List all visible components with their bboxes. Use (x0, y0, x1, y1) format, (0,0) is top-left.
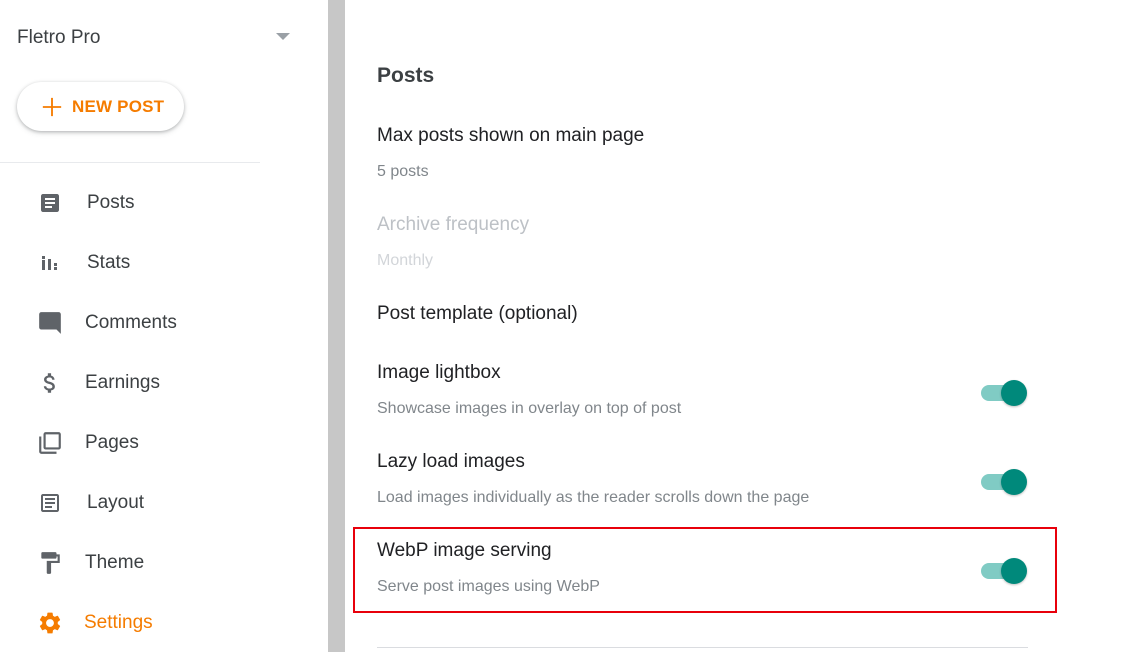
settings-panel: Posts Max posts shown on main page 5 pos… (345, 0, 1140, 652)
stats-icon (36, 249, 64, 277)
sidebar-item-label: Posts (87, 192, 135, 213)
sidebar-item-layout[interactable]: Layout (36, 483, 296, 523)
sidebar-item-pages[interactable]: Pages (36, 423, 296, 463)
sidebar-item-stats[interactable]: Stats (36, 243, 296, 283)
max-posts-value: 5 posts (377, 163, 429, 180)
new-post-label: NEW POST (72, 96, 165, 116)
toggle-thumb (1001, 469, 1027, 495)
sidebar-item-label: Pages (85, 432, 139, 453)
sidebar-item-label: Earnings (85, 372, 160, 393)
webp-serving-toggle[interactable] (981, 558, 1027, 584)
toggle-thumb (1001, 558, 1027, 584)
sidebar: Fletro Pro NEW POST Posts Stats Comments… (0, 0, 328, 652)
section-divider (377, 647, 1028, 648)
webp-serving-title: WebP image serving (377, 540, 552, 561)
posts-icon (36, 189, 64, 217)
layout-icon (36, 489, 64, 517)
image-lightbox-toggle[interactable] (981, 380, 1027, 406)
archive-frequency-setting: Archive frequency (377, 214, 530, 235)
gear-icon (36, 609, 64, 637)
blog-selector[interactable]: Fletro Pro (17, 25, 307, 51)
sidebar-item-comments[interactable]: Comments (36, 303, 296, 343)
plus-icon (42, 97, 62, 116)
sidebar-item-label: Theme (85, 552, 145, 573)
sidebar-item-settings[interactable]: Settings (36, 603, 296, 643)
new-post-button[interactable]: NEW POST (17, 82, 184, 131)
image-lightbox-desc: Showcase images in overlay on top of pos… (377, 400, 682, 417)
sidebar-scrollbar[interactable] (328, 0, 345, 652)
sidebar-item-label: Layout (87, 492, 145, 513)
paint-roller-icon (36, 549, 64, 577)
sidebar-item-earnings[interactable]: Earnings (36, 363, 296, 403)
caret-down-icon (276, 33, 290, 40)
sidebar-item-label: Comments (85, 312, 177, 333)
archive-frequency-value: Monthly (377, 252, 434, 269)
sidebar-item-theme[interactable]: Theme (36, 543, 296, 583)
comments-icon (36, 309, 64, 337)
webp-serving-desc: Serve post images using WebP (377, 578, 600, 595)
dollar-icon (36, 369, 64, 397)
sidebar-divider (0, 162, 260, 163)
blog-name: Fletro Pro (17, 27, 101, 48)
section-title: Posts (377, 64, 435, 87)
sidebar-item-label: Stats (87, 252, 131, 273)
image-lightbox-title: Image lightbox (377, 362, 501, 383)
sidebar-item-label: Settings (84, 612, 153, 633)
post-template-setting[interactable]: Post template (optional) (377, 303, 578, 325)
toggle-thumb (1001, 380, 1027, 406)
sidebar-item-posts[interactable]: Posts (36, 183, 296, 223)
max-posts-setting[interactable]: Max posts shown on main page (377, 125, 644, 147)
pages-icon (36, 429, 64, 457)
lazy-load-desc: Load images individually as the reader s… (377, 489, 810, 506)
lazy-load-toggle[interactable] (981, 469, 1027, 495)
lazy-load-title: Lazy load images (377, 451, 525, 472)
